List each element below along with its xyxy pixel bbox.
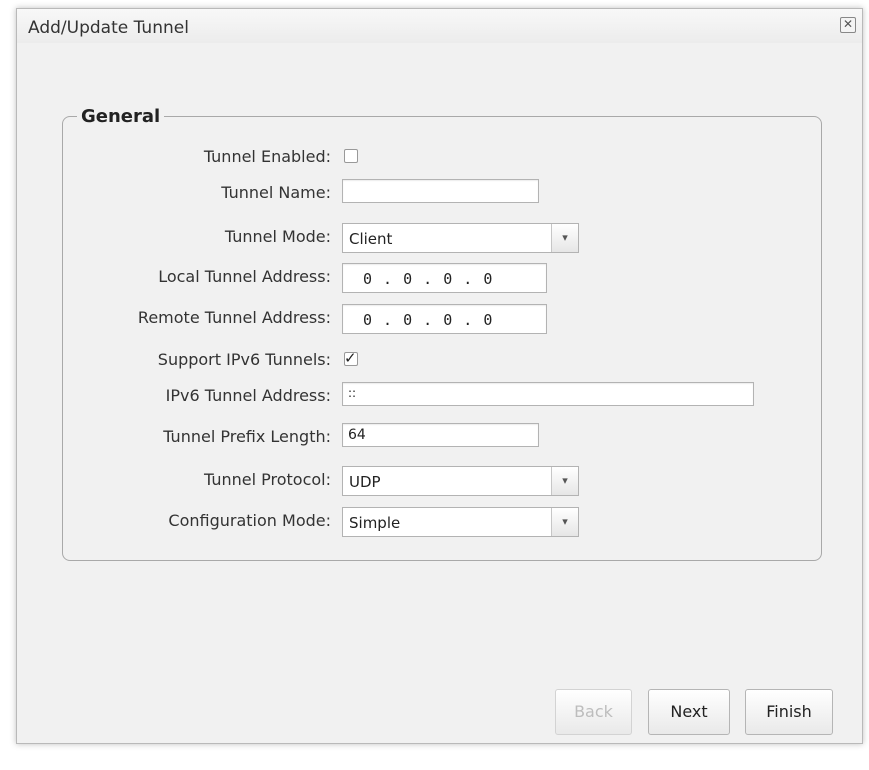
- ipv6-tunnel-address-label: IPv6 Tunnel Address:: [165, 386, 331, 405]
- tunnel-protocol-select[interactable]: UDP ▾: [342, 466, 579, 496]
- add-update-tunnel-dialog: Add/Update Tunnel ✕ General Tunnel Enabl…: [16, 8, 863, 744]
- tunnel-mode-label: Tunnel Mode:: [224, 227, 331, 246]
- row-support-ipv6: Support IPv6 Tunnels: ✓: [17, 346, 862, 372]
- support-ipv6-checkbox[interactable]: ✓: [344, 349, 358, 367]
- chevron-down-icon: ▾: [551, 467, 578, 495]
- finish-button[interactable]: Finish: [745, 689, 833, 735]
- row-tunnel-prefix-length: Tunnel Prefix Length: 64: [17, 423, 862, 449]
- row-tunnel-enabled: Tunnel Enabled:: [17, 143, 862, 169]
- tunnel-enabled-label: Tunnel Enabled:: [203, 147, 331, 166]
- tunnel-mode-select[interactable]: Client ▾: [342, 223, 579, 253]
- support-ipv6-label: Support IPv6 Tunnels:: [157, 350, 331, 369]
- tunnel-protocol-label: Tunnel Protocol:: [203, 470, 331, 489]
- tunnel-prefix-length-label: Tunnel Prefix Length:: [163, 427, 331, 446]
- remote-tunnel-address-label: Remote Tunnel Address:: [137, 308, 331, 327]
- local-tunnel-address-input[interactable]: 0 . 0 . 0 . 0: [342, 263, 547, 293]
- local-tunnel-address-label: Local Tunnel Address:: [158, 267, 331, 286]
- tunnel-mode-value: Client: [349, 230, 393, 248]
- form-rows: Tunnel Enabled: Tunnel Name: Tunnel Mode…: [17, 9, 862, 743]
- configuration-mode-select[interactable]: Simple ▾: [342, 507, 579, 537]
- tunnel-name-label: Tunnel Name:: [221, 183, 331, 202]
- tunnel-name-input[interactable]: [342, 179, 539, 203]
- row-local-tunnel-address: Local Tunnel Address: 0 . 0 . 0 . 0: [17, 263, 862, 293]
- row-ipv6-tunnel-address: IPv6 Tunnel Address: ::: [17, 382, 862, 408]
- row-tunnel-protocol: Tunnel Protocol: UDP ▾: [17, 466, 862, 496]
- check-icon: ✓: [344, 349, 357, 367]
- row-tunnel-name: Tunnel Name:: [17, 179, 862, 205]
- chevron-down-icon: ▾: [551, 508, 578, 536]
- back-button[interactable]: Back: [555, 689, 632, 735]
- row-tunnel-mode: Tunnel Mode: Client ▾: [17, 223, 862, 253]
- tunnel-protocol-value: UDP: [349, 473, 381, 491]
- next-button[interactable]: Next: [648, 689, 730, 735]
- ipv6-tunnel-address-input[interactable]: ::: [342, 382, 754, 406]
- tunnel-prefix-length-input[interactable]: 64: [342, 423, 539, 447]
- configuration-mode-value: Simple: [349, 514, 401, 532]
- tunnel-enabled-checkbox[interactable]: [344, 149, 358, 163]
- row-configuration-mode: Configuration Mode: Simple ▾: [17, 507, 862, 537]
- chevron-down-icon: ▾: [551, 224, 578, 252]
- configuration-mode-label: Configuration Mode:: [168, 511, 331, 530]
- row-remote-tunnel-address: Remote Tunnel Address: 0 . 0 . 0 . 0: [17, 304, 862, 334]
- remote-tunnel-address-input[interactable]: 0 . 0 . 0 . 0: [342, 304, 547, 334]
